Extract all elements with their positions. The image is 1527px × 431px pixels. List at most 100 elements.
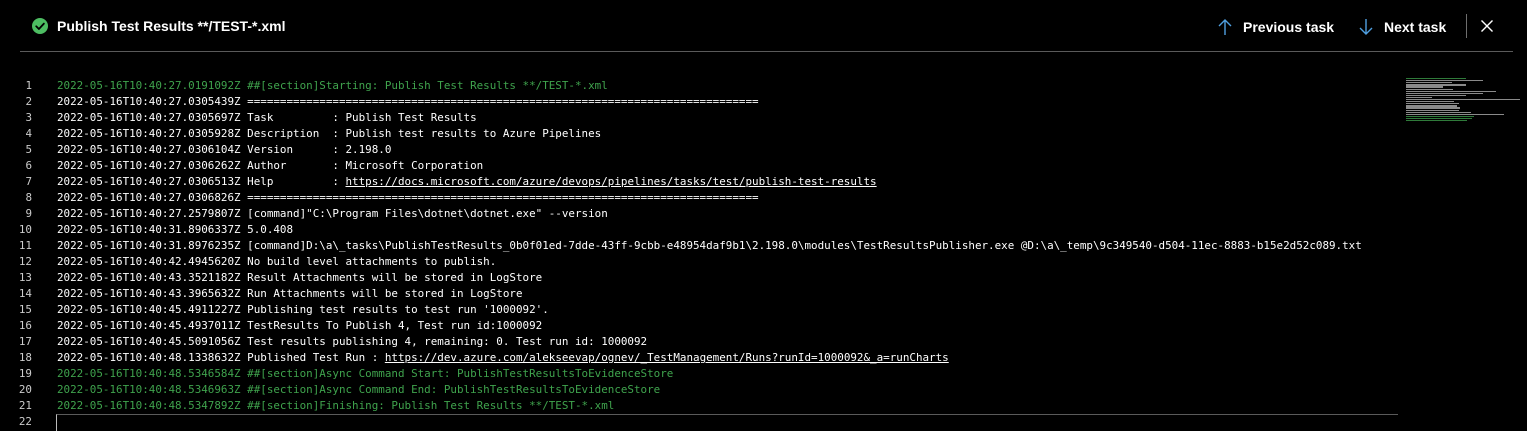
close-button[interactable] <box>1479 18 1495 34</box>
line-text-content: 2022-05-16T10:40:48.5347892Z ##[section]… <box>57 399 615 412</box>
log-line: 3 2022-05-16T10:40:27.0305697Z Task : Pub… <box>0 110 1400 126</box>
line-text: 2022-05-16T10:40:42.4945620Z No build le… <box>57 254 496 270</box>
line-number: 17 <box>18 335 32 348</box>
vertical-scrollbar[interactable] <box>1512 60 1527 431</box>
minimap-line <box>1406 82 1453 84</box>
line-number: 10 <box>18 223 32 236</box>
minimap-line <box>1406 86 1443 88</box>
line-number: 14 <box>18 287 32 300</box>
line-text: 2022-05-16T10:40:27.0306513Z Help : http… <box>57 174 877 190</box>
line-text-content: 2022-05-16T10:40:27.0305928Z Description… <box>57 127 602 140</box>
line-number: 4 <box>25 127 32 140</box>
line-number: 5 <box>25 143 32 156</box>
line-text-content: 2022-05-16T10:40:48.5346963Z ##[section]… <box>57 383 661 396</box>
line-text-content: 2022-05-16T10:40:27.2579807Z [command]"C… <box>57 207 608 220</box>
minimap-line <box>1406 94 1467 97</box>
line-text: 2022-05-16T10:40:43.3965632Z Run Attachm… <box>57 286 523 302</box>
line-text: 2022-05-16T10:40:48.5346963Z ##[section]… <box>57 382 660 398</box>
line-text: 2022-05-16T10:40:27.0305928Z Description… <box>57 126 601 142</box>
line-number: 16 <box>18 319 32 332</box>
minimap-line <box>1406 115 1474 118</box>
header-divider <box>1466 14 1467 38</box>
minimap-line <box>1406 101 1455 103</box>
line-text: 2022-05-16T10:40:48.1338632Z Published T… <box>57 350 949 366</box>
log-line: 5 2022-05-16T10:40:27.0306104Z Version : … <box>0 142 1400 158</box>
line-text: 2022-05-16T10:40:27.0306104Z Version : 2… <box>57 142 391 158</box>
log-line: 18 2022-05-16T10:40:48.1338632Z Published… <box>0 350 1400 366</box>
line-text-content: 2022-05-16T10:40:45.5091056Z Test result… <box>57 335 648 348</box>
log-line: 14 2022-05-16T10:40:43.3965632Z Run Attac… <box>0 286 1400 302</box>
log-line: 6 2022-05-16T10:40:27.0306262Z Author : M… <box>0 158 1400 174</box>
line-text-content: 2022-05-16T10:40:27.0306513Z Help : <box>57 175 346 188</box>
line-number: 20 <box>18 383 32 396</box>
minimap-line <box>1406 80 1484 82</box>
log-content[interactable]: 1 2022-05-16T10:40:27.0191092Z ##[section… <box>0 78 1400 431</box>
line-text-content: 2022-05-16T10:40:31.8976235Z [command]D:… <box>57 239 1362 252</box>
minimap-line <box>1406 99 1520 101</box>
line-text: 2022-05-16T10:40:27.0305439Z ===========… <box>57 94 759 110</box>
log-line: 4 2022-05-16T10:40:27.0305928Z Descriptio… <box>0 126 1400 142</box>
line-text: 2022-05-16T10:40:45.5091056Z Test result… <box>57 334 647 350</box>
minimap-line <box>1406 111 1471 113</box>
log-link[interactable]: https://docs.microsoft.com/azure/devops/… <box>346 175 877 188</box>
line-number: 8 <box>25 191 32 204</box>
minimap-line <box>1406 92 1484 94</box>
line-text: 2022-05-16T10:40:31.8976235Z [command]D:… <box>57 238 1362 254</box>
log-line: 20 2022-05-16T10:40:48.5346963Z ##[sectio… <box>0 382 1400 398</box>
line-number: 12 <box>18 255 32 268</box>
line-text-content: 2022-05-16T10:40:45.4911227Z Publishing … <box>57 303 549 316</box>
minimap-line <box>1406 105 1458 107</box>
log-line: 2 2022-05-16T10:40:27.0305439Z ==========… <box>0 94 1400 110</box>
line-text-content: 2022-05-16T10:40:43.3965632Z Run Attachm… <box>57 287 523 300</box>
minimap[interactable] <box>1406 78 1522 126</box>
line-text: 2022-05-16T10:40:45.4937011Z TestResults… <box>57 318 542 334</box>
line-number: 21 <box>18 399 32 412</box>
previous-task-label: Previous task <box>1243 19 1335 35</box>
line-number: 22 <box>18 415 32 428</box>
log-line: 10 2022-05-16T10:40:31.8906337Z 5.0.408 <box>0 222 1400 238</box>
minimap-line <box>1406 78 1467 80</box>
line-text: 2022-05-16T10:40:31.8906337Z 5.0.408 <box>57 222 293 238</box>
line-text-content: 2022-05-16T10:40:27.0306104Z Version : 2… <box>57 143 392 156</box>
minimap-line <box>1406 90 1496 92</box>
line-text-content: 2022-05-16T10:40:27.0305697Z Task : Publ… <box>57 111 477 124</box>
log-line: 15 2022-05-16T10:40:45.4911227Z Publishin… <box>0 302 1400 318</box>
minimap-line <box>1406 84 1466 86</box>
line-text-content: 2022-05-16T10:40:42.4945620Z No build le… <box>57 255 497 268</box>
arrow-up-icon <box>1218 19 1232 35</box>
minimap-line <box>1406 117 1473 120</box>
next-task-button[interactable]: Next task <box>1358 14 1446 40</box>
minimap-line <box>1406 120 1468 122</box>
line-number: 3 <box>25 111 32 124</box>
success-check-icon <box>32 18 48 34</box>
log-line: 16 2022-05-16T10:40:45.4937011Z TestResul… <box>0 318 1400 334</box>
minimap-line <box>1406 113 1504 115</box>
line-number: 13 <box>18 271 32 284</box>
line-text: 2022-05-16T10:40:45.4911227Z Publishing … <box>57 302 549 318</box>
log-line: 19 2022-05-16T10:40:48.5346584Z ##[sectio… <box>0 366 1400 382</box>
log-line: 1 2022-05-16T10:40:27.0191092Z ##[section… <box>0 78 1400 94</box>
log-link[interactable]: https://dev.azure.com/alekseevap/ognev/_… <box>385 351 949 364</box>
line-text-content: 2022-05-16T10:40:31.8906337Z 5.0.408 <box>57 223 294 236</box>
log-line: 13 2022-05-16T10:40:43.3521182Z Result At… <box>0 270 1400 286</box>
line-number: 15 <box>18 303 32 316</box>
minimap-line <box>1406 96 1432 99</box>
line-text: 2022-05-16T10:40:27.0191092Z ##[section]… <box>57 78 608 94</box>
next-task-label: Next task <box>1384 19 1447 35</box>
minimap-line <box>1406 109 1460 111</box>
line-number: 7 <box>25 175 32 188</box>
line-text: 2022-05-16T10:40:27.0306262Z Author : Mi… <box>57 158 483 174</box>
line-text: 2022-05-16T10:40:27.2579807Z [command]"C… <box>57 206 608 222</box>
close-icon <box>1481 20 1493 32</box>
arrow-down-icon <box>1359 19 1373 35</box>
log-viewer: Publish Test Results **/TEST-*.xml Previ… <box>0 0 1527 431</box>
header-separator <box>20 51 1513 52</box>
minimap-line <box>1406 107 1460 109</box>
previous-task-button[interactable]: Previous task <box>1217 14 1334 40</box>
line-text: 2022-05-16T10:40:43.3521182Z Result Atta… <box>57 270 542 286</box>
log-line: 9 2022-05-16T10:40:27.2579807Z [command]"… <box>0 206 1400 222</box>
log-line: 8 2022-05-16T10:40:27.0306826Z ==========… <box>0 190 1400 206</box>
line-text: 2022-05-16T10:40:27.0306826Z ===========… <box>57 190 759 206</box>
line-text-content: 2022-05-16T10:40:45.4937011Z TestResults… <box>57 319 543 332</box>
line-number: 6 <box>25 159 32 172</box>
